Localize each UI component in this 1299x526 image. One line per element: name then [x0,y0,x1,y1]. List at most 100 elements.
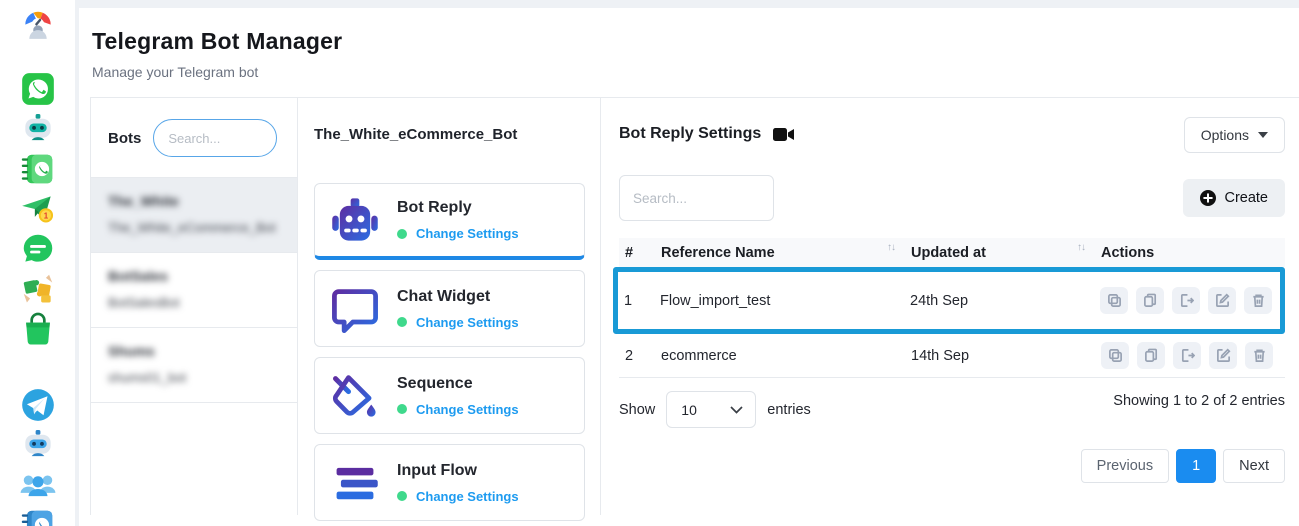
bot-list-item[interactable]: Shums shums01_bot [91,328,297,403]
phonebook-blue-icon[interactable] [19,506,57,526]
app-sidebar: 1 [0,0,75,526]
main-content: Telegram Bot Manager Manage your Telegra… [79,8,1299,526]
settings-title: Bot Reply Settings [619,125,761,143]
row-actions [1100,287,1280,314]
edit-button[interactable] [1208,287,1236,314]
page-size-value: 10 [681,402,697,418]
entries-summary: Showing 1 to 2 of 2 entries [1113,393,1285,409]
chevron-down-icon [730,406,743,414]
table-row[interactable]: 1 Flow_import_test 24th Sep [618,272,1280,329]
status-dot-icon [397,229,407,239]
row-updated-at: 14th Sep [911,348,1101,364]
page-1-button[interactable]: 1 [1176,449,1216,483]
page-size-select[interactable]: 10 [666,391,756,428]
module-card-sequence[interactable]: Sequence Change Settings [314,357,585,434]
module-card-input-flow[interactable]: Input Flow Change Settings [314,444,585,521]
bot-list: The_White The_White_eCommerce_Bot BotSal… [91,177,297,403]
module-label: Bot Reply [397,199,519,217]
bot-green-icon[interactable] [19,110,57,148]
bots-panel: Bots The_White The_White_eCommerce_Bot B… [91,98,298,515]
column-label: Updated at [911,245,986,261]
bot-reply-settings-panel: Bot Reply Settings Options [601,98,1299,515]
options-button-label: Options [1201,127,1249,143]
module-card-chat-widget[interactable]: Chat Widget Change Settings [314,270,585,347]
module-label: Chat Widget [397,288,519,306]
show-label: Show [619,402,655,418]
highlight-annotation-box: 1 Flow_import_test 24th Sep [613,267,1285,334]
sort-icon[interactable]: ↑↓ [887,242,895,253]
telegram-bot-manager-screen: 1 Telegram Bot Manager Manage your Teleg… [0,0,1299,526]
next-page-button[interactable]: Next [1223,449,1285,483]
change-settings-link[interactable]: Change Settings [416,226,519,241]
status-dot-icon [397,491,407,501]
export-button[interactable] [1173,342,1201,369]
change-settings-link[interactable]: Change Settings [416,315,519,330]
module-card-body: Chat Widget Change Settings [397,288,519,330]
bots-label: Bots [108,130,141,147]
change-settings-link[interactable]: Change Settings [416,402,519,417]
content-panels: Bots The_White The_White_eCommerce_Bot B… [90,97,1299,515]
duplicate-button[interactable] [1136,287,1164,314]
table-row[interactable]: 2 ecommerce 14th Sep [619,334,1285,378]
sort-icon[interactable]: ↑↓ [1077,242,1085,253]
table-footer: Show 10 entries Showing 1 to 2 of 2 entr… [619,391,1285,428]
bot-list-item[interactable]: The_White The_White_eCommerce_Bot [91,178,297,253]
bots-search-input[interactable] [153,119,277,157]
chevron-down-icon [1258,132,1268,138]
settings-search-input[interactable] [619,175,774,221]
column-updated-at[interactable]: Updated at ↑↓ [911,245,1101,261]
module-label: Sequence [397,375,519,393]
previous-page-button[interactable]: Previous [1081,449,1169,483]
bot-blue-icon[interactable] [19,426,57,464]
whatsapp-icon[interactable] [19,70,57,108]
delete-button[interactable] [1245,342,1273,369]
chat-bubble-icon[interactable] [19,230,57,268]
plus-circle-icon [1200,190,1216,206]
campaign-plane-icon[interactable]: 1 [19,190,57,228]
selected-bot-title: The_White_eCommerce_Bot [314,126,585,143]
module-card-body: Sequence Change Settings [397,375,519,417]
telegram-icon[interactable] [19,386,57,424]
delete-button[interactable] [1244,287,1272,314]
chat-widget-icon [329,283,381,335]
bot-list-item[interactable]: BotSales BotSalesBot [91,253,297,328]
create-button-label: Create [1224,190,1268,206]
bot-username: The_White_eCommerce_Bot [108,219,281,238]
svg-text:1: 1 [43,212,48,221]
bot-username: shums01_bot [108,369,281,388]
change-settings-link[interactable]: Change Settings [416,489,519,504]
duplicate-button[interactable] [1137,342,1165,369]
copy-button[interactable] [1100,287,1128,314]
module-card-body: Input Flow Change Settings [397,462,519,504]
column-reference-name[interactable]: Reference Name ↑↓ [661,245,911,261]
bot-name: BotSales [108,268,281,284]
bars-icon [329,457,381,509]
bot-name: Shums [108,343,281,359]
team-users-icon[interactable] [19,466,57,504]
video-camera-icon[interactable] [773,127,795,142]
shop-bag-icon[interactable] [19,310,57,348]
options-button[interactable]: Options [1184,117,1285,153]
column-num[interactable]: # [625,245,661,261]
bot-username: BotSalesBot [108,294,281,313]
bot-name: The_White [108,193,281,209]
create-button[interactable]: Create [1183,179,1285,217]
integration-puzzle-icon[interactable] [19,270,57,308]
module-card-body: Bot Reply Change Settings [397,199,519,241]
module-card-bot-reply[interactable]: Bot Reply Change Settings [314,183,585,260]
robot-icon [329,194,381,246]
paint-bucket-icon [329,370,381,422]
edit-button[interactable] [1209,342,1237,369]
module-label: Input Flow [397,462,519,480]
phonebook-green-icon[interactable] [19,150,57,188]
column-label: Reference Name [661,245,775,261]
row-reference-name: ecommerce [661,348,911,364]
copy-button[interactable] [1101,342,1129,369]
export-button[interactable] [1172,287,1200,314]
row-num: 2 [625,348,661,364]
status-dot-icon [397,404,407,414]
row-reference-name: Flow_import_test [660,293,910,309]
dashboard-gauge-icon[interactable] [19,4,57,42]
bot-modules-panel: The_White_eCommerce_Bot Bot Reply Change… [298,98,601,515]
entries-label: entries [767,402,811,418]
